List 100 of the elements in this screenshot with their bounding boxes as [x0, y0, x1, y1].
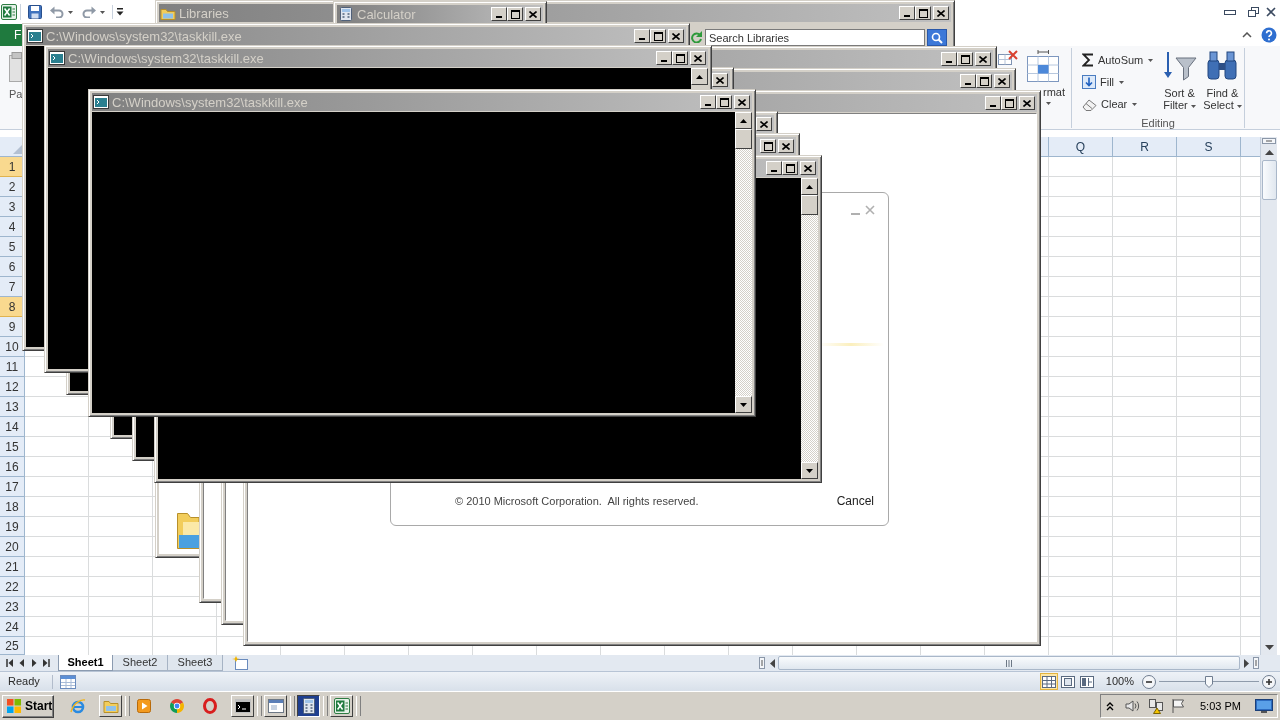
maximize-button[interactable]	[650, 29, 666, 43]
maximize-button[interactable]	[716, 95, 732, 109]
caret-icon	[1119, 80, 1125, 84]
row-header[interactable]: 11	[0, 357, 25, 377]
row-header[interactable]: 17	[0, 477, 25, 497]
first-sheet-button[interactable]	[4, 656, 16, 670]
caret-icon[interactable]	[68, 10, 73, 14]
scroll-down-button[interactable]	[735, 396, 752, 413]
customize-icon[interactable]	[116, 8, 124, 16]
maximize-button[interactable]	[782, 161, 798, 175]
row-header[interactable]: 19	[0, 517, 25, 537]
row-header[interactable]: 12	[0, 377, 25, 397]
copyright-text: © 2010 Microsoft Corporation. All rights reserved.	[455, 493, 699, 509]
search-button[interactable]	[927, 29, 947, 46]
minimize-icon	[639, 38, 645, 40]
zoom-out-button[interactable]	[1142, 674, 1156, 689]
file-tab[interactable]: F	[0, 24, 22, 46]
slider-thumb[interactable]	[1205, 675, 1213, 688]
minimize-button[interactable]	[656, 51, 672, 65]
maximize-button[interactable]	[957, 52, 973, 66]
row-header[interactable]: 13	[0, 397, 25, 417]
monitor-icon[interactable]	[1255, 699, 1273, 713]
close-icon	[1023, 99, 1031, 107]
find-select-button[interactable]: Find & Select	[1201, 49, 1244, 111]
column-header[interactable]: Q	[1049, 137, 1113, 157]
minimize-button[interactable]	[491, 7, 507, 21]
search-field[interactable]: Search Libraries	[705, 29, 925, 46]
scroll-down-button[interactable]	[801, 462, 818, 479]
sheet-tab[interactable]: Sheet2	[113, 655, 168, 671]
view-button[interactable]	[1077, 673, 1096, 690]
maximize-icon	[979, 76, 989, 86]
save-icon[interactable]	[28, 5, 42, 19]
clear-button[interactable]: Clear	[1082, 93, 1138, 115]
caret-icon[interactable]	[100, 10, 105, 14]
up-arrow-icon	[806, 184, 813, 189]
row-header[interactable]: 14	[0, 417, 25, 437]
minimize-button[interactable]	[634, 29, 650, 43]
scroll-thumb[interactable]	[778, 656, 1240, 670]
row-header[interactable]: 20	[0, 537, 25, 557]
clock[interactable]: 5:03 PM	[1200, 697, 1241, 715]
last-sheet-button[interactable]	[40, 656, 52, 670]
minimize-button[interactable]	[941, 52, 957, 66]
maximize-button[interactable]	[760, 139, 776, 153]
up-arrow-icon	[1264, 149, 1274, 155]
minimize-button[interactable]	[960, 74, 976, 88]
minimize-button[interactable]	[766, 161, 782, 175]
maximize-button[interactable]	[976, 74, 992, 88]
scroll-up-button[interactable]	[691, 68, 708, 85]
maximize-icon	[675, 53, 685, 63]
autosum-button[interactable]: AutoSum	[1082, 49, 1154, 71]
row-header[interactable]: 24	[0, 617, 25, 637]
row-header[interactable]: 25	[0, 637, 25, 655]
sort-filter-button[interactable]: Sort & Filter	[1158, 49, 1201, 111]
flag-icon[interactable]	[1170, 698, 1186, 714]
zoom-in-button[interactable]	[1262, 674, 1276, 689]
maximize-button[interactable]	[672, 51, 688, 65]
taskbar-button[interactable]	[297, 695, 320, 717]
maximize-button[interactable]	[915, 6, 931, 20]
x-tile-icon[interactable]	[1, 4, 17, 20]
view-button[interactable]	[1039, 673, 1058, 690]
split-handle[interactable]	[759, 657, 765, 669]
network-warning-icon[interactable]	[1148, 698, 1164, 714]
minimize-button[interactable]	[985, 96, 1001, 110]
maximize-button[interactable]	[1001, 96, 1017, 110]
up-arrow-icon	[696, 74, 703, 79]
close-button[interactable]	[1263, 5, 1279, 19]
row-header[interactable]: 18	[0, 497, 25, 517]
calculator-icon	[338, 7, 354, 21]
chevron-up-icon[interactable]	[1106, 701, 1114, 711]
speaker-icon[interactable]	[1124, 698, 1140, 714]
minimize-button[interactable]	[899, 6, 915, 20]
scroll-up-button[interactable]	[735, 112, 752, 129]
cancel-button[interactable]: Cancel	[836, 492, 874, 510]
row-header[interactable]: 21	[0, 557, 25, 577]
maximize-icon	[510, 9, 520, 19]
sheet-tab[interactable]: Sheet3	[168, 655, 223, 671]
maximize-button[interactable]	[507, 7, 523, 21]
fill-button[interactable]: Fill	[1082, 71, 1125, 93]
column-header[interactable]: S	[1177, 137, 1241, 157]
view-button[interactable]	[1058, 673, 1077, 690]
delete-cells-icon[interactable]	[998, 50, 1018, 66]
row-header[interactable]: 23	[0, 597, 25, 617]
paste-button[interactable]: Pa	[9, 46, 23, 101]
sheet-icon[interactable]	[59, 674, 76, 689]
sheet-tab[interactable]: Sheet1	[58, 655, 113, 671]
scroll-up-button[interactable]	[801, 178, 818, 195]
row-header[interactable]: 15	[0, 437, 25, 457]
split-handle[interactable]	[1262, 138, 1276, 144]
minimize-icon	[946, 61, 952, 63]
row-header[interactable]: 16	[0, 457, 25, 477]
triangle-icon	[13, 145, 22, 154]
restore-icon	[1247, 7, 1259, 17]
scroll-thumb[interactable]	[1261, 160, 1277, 200]
close-icon	[804, 164, 812, 172]
minimize-button[interactable]	[700, 95, 716, 109]
row-header[interactable]: 22	[0, 577, 25, 597]
column-header[interactable]: R	[1113, 137, 1177, 157]
restore-button[interactable]	[1245, 5, 1261, 19]
split-handle[interactable]	[1253, 657, 1259, 669]
start-button[interactable]: Start	[2, 694, 54, 718]
